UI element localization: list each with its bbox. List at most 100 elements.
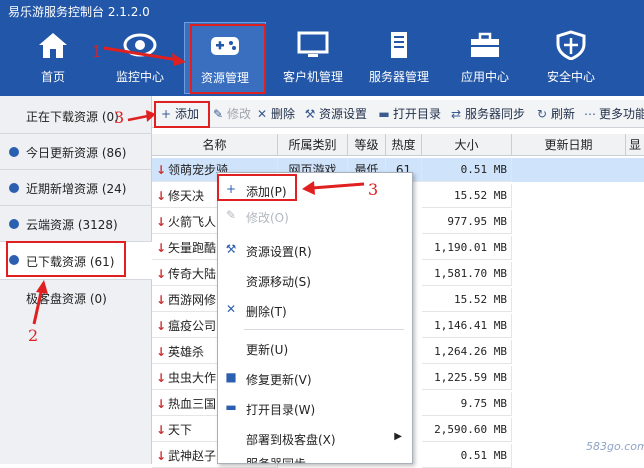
annotation-number-2: 2 [28, 326, 39, 345]
toolbar-settings-button[interactable]: ⚒ 资源设置 [304, 105, 367, 123]
sidebar-item-geek-disk[interactable]: 极客盘资源 (0) [0, 280, 152, 316]
toolbar-edit-button[interactable]: ✎ 修改 [212, 105, 251, 123]
toolbar-delete-button[interactable]: ✕ 删除 [256, 105, 295, 123]
column-header-heat[interactable]: 热度值 [386, 134, 422, 174]
menu-item-repair-update[interactable]: ■ 修复更新(V) [218, 365, 412, 391]
column-header-display[interactable]: 显 [626, 134, 644, 156]
sidebar-item-label: 今日更新资源 (86) [26, 146, 127, 160]
nav-security[interactable]: 安全中心 [528, 22, 614, 94]
annotation-box-menu-add [217, 174, 297, 201]
download-arrow-icon: ↓ [156, 215, 167, 229]
toolbar-settings-label: 资源设置 [319, 107, 368, 121]
server-icon [391, 32, 407, 58]
column-header-category[interactable]: 所属类别 [278, 134, 348, 156]
nav-monitor-label: 监控中心 [115, 70, 164, 84]
nav-server-label: 服务器管理 [368, 70, 429, 84]
column-header-level[interactable]: 等级 [348, 134, 386, 156]
cell-size: 0.51 MB [422, 444, 512, 468]
annotation-box-nav [190, 24, 266, 94]
toolbox-icon [471, 32, 499, 57]
x-icon: ✕ [225, 302, 237, 316]
toolbar-more-button[interactable]: ⋯ 更多功能 [584, 105, 644, 123]
download-arrow-icon: ↓ [156, 267, 167, 281]
nav-security-label: 安全中心 [546, 70, 595, 84]
sidebar-item-today-updated[interactable]: 今日更新资源 (86) [0, 134, 152, 170]
menu-item-edit[interactable]: ✎ 修改(O) [218, 203, 412, 229]
menu-item-update[interactable]: 更新(U) [218, 335, 412, 361]
toolbar-refresh-label: 刷新 [551, 107, 576, 121]
cell-size: 1,190.01 MB [422, 236, 512, 260]
refresh-icon: ↻ [536, 107, 548, 121]
menu-item-open-dir[interactable]: ▬ 打开目录(W) [218, 395, 412, 421]
monitor-icon [297, 31, 329, 57]
menu-item-label: 修复更新(V) [246, 373, 312, 387]
shield-icon [556, 30, 586, 60]
app-title: 易乐游服务控制台 2.1.2.0 [8, 5, 150, 19]
annotation-box-sidebar [6, 241, 126, 277]
column-header-update-date[interactable]: 更新日期 [512, 134, 626, 156]
toolbar-delete-label: 删除 [271, 107, 296, 121]
cell-size: 977.95 MB [422, 210, 512, 234]
sidebar-item-label: 近期新增资源 (24) [26, 182, 127, 196]
menu-item-label: 更新(U) [246, 343, 289, 357]
cell-size: 1,225.59 MB [422, 366, 512, 390]
toolbar-open-dir-label: 打开目录 [393, 107, 442, 121]
menu-item-deploy-geek-disk[interactable]: 部署到极客盘(X) ▶ [218, 425, 412, 451]
toolbar-sync-label: 服务器同步 [465, 107, 526, 121]
wrench-icon: ⚒ [225, 242, 237, 256]
cell-size: 2,590.60 MB [422, 418, 512, 442]
nav-home[interactable]: 首页 [10, 22, 96, 94]
download-arrow-icon: ↓ [156, 423, 167, 437]
toolbar-sync-button[interactable]: ⇄ 服务器同步 [450, 105, 525, 123]
column-header-size[interactable]: 大小 [422, 134, 512, 156]
folder-icon: ▬ [378, 107, 390, 121]
cell-size: 1,581.70 MB [422, 262, 512, 286]
toolbar: + 添加 ✎ 修改 ✕ 删除 ⚒ 资源设置 ▬ 打开目录 ⇄ 服务器同步 ↻ 刷新 ⋯ 更多功能 [152, 100, 644, 128]
cell-size: 0.51 MB [422, 158, 512, 182]
column-header-name[interactable]: 名称 [152, 134, 278, 156]
cell-size: 15.52 MB [422, 288, 512, 312]
download-arrow-icon: ↓ [156, 449, 167, 463]
annotation-number-3a: 3 [114, 108, 125, 127]
toolbar-more-label: 更多功能 [599, 107, 644, 121]
watermark: 583go.com [586, 440, 644, 453]
sidebar-item-cloud[interactable]: 云端资源 (3128) [0, 206, 152, 242]
toolbar-open-dir-button[interactable]: ▬ 打开目录 [378, 105, 441, 123]
menu-separator [244, 329, 404, 330]
menu-item-server-sync[interactable]: 服务器同步 [218, 453, 412, 463]
toolbar-refresh-button[interactable]: ↻ 刷新 [536, 105, 575, 123]
download-arrow-icon: ↓ [156, 163, 167, 177]
nav-client-label: 客户机管理 [282, 70, 343, 84]
nav-app-center[interactable]: 应用中心 [442, 22, 528, 94]
folder-icon: ▬ [225, 400, 237, 414]
sidebar-item-label: 云端资源 (3128) [26, 218, 118, 232]
download-arrow-icon: ↓ [156, 241, 167, 255]
toolbar-edit-label: 修改 [227, 107, 252, 121]
x-icon: ✕ [256, 107, 268, 121]
menu-item-settings[interactable]: ⚒ 资源设置(R) [218, 237, 412, 263]
sidebar-item-label: 正在下载资源 (0) [26, 110, 119, 124]
nav-server[interactable]: 服务器管理 [356, 22, 442, 94]
menu-item-move[interactable]: 资源移动(S) [218, 267, 412, 293]
annotation-arrow-3a [127, 110, 156, 122]
download-arrow-icon: ↓ [156, 319, 167, 333]
download-arrow-icon: ↓ [156, 293, 167, 307]
menu-item-label: 打开目录(W) [246, 403, 316, 417]
nav-home-label: 首页 [40, 70, 65, 84]
bullet-icon [9, 147, 19, 157]
sidebar-item-recent-added[interactable]: 近期新增资源 (24) [0, 170, 152, 206]
menu-item-delete[interactable]: ✕ 删除(T) [218, 297, 412, 323]
bullet-icon [9, 183, 19, 193]
cell-size: 1,146.41 MB [422, 314, 512, 338]
menu-item-label: 资源移动(S) [246, 275, 311, 289]
menu-item-label: 资源设置(R) [246, 245, 312, 259]
annotation-arrow-3b [302, 181, 365, 195]
annotation-number-3b: 3 [368, 180, 379, 199]
annotation-arrow-1 [103, 46, 186, 66]
nav-client[interactable]: 客户机管理 [270, 22, 356, 94]
square-icon: ■ [225, 370, 237, 384]
cell-size: 15.52 MB [422, 184, 512, 208]
cell-size: 1,264.26 MB [422, 340, 512, 364]
download-arrow-icon: ↓ [156, 371, 167, 385]
pencil-icon: ✎ [212, 107, 224, 121]
